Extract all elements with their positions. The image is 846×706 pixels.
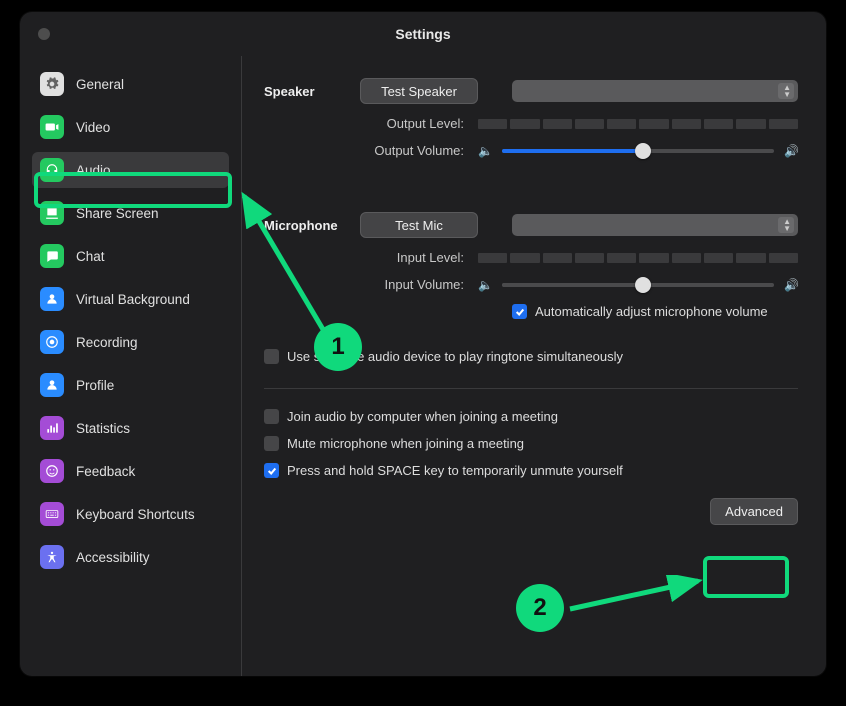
- volume-high-icon: 🔊: [784, 278, 798, 292]
- space-unmute-label: Press and hold SPACE key to temporarily …: [287, 463, 623, 478]
- mute-join-checkbox[interactable]: [264, 436, 279, 451]
- sidebar-item-feedback[interactable]: Feedback: [32, 453, 229, 489]
- settings-window: Settings General Video Audio Share Screen Ch…: [20, 12, 826, 676]
- sidebar-item-label: Statistics: [76, 421, 130, 436]
- auto-adjust-checkbox[interactable]: [512, 304, 527, 319]
- sidebar-item-label: Profile: [76, 378, 114, 393]
- sidebar-item-accessibility[interactable]: Accessibility: [32, 539, 229, 575]
- output-volume-label: Output Volume:: [264, 143, 478, 158]
- face-icon: [40, 459, 64, 483]
- traffic-lights: [38, 28, 50, 40]
- sidebar-item-label: Recording: [76, 335, 138, 350]
- video-icon: [40, 115, 64, 139]
- close-dot[interactable]: [38, 28, 50, 40]
- ringtone-checkbox[interactable]: [264, 349, 279, 364]
- advanced-button[interactable]: Advanced: [710, 498, 798, 525]
- output-volume-row: Output Volume: 🔈 🔊: [264, 143, 798, 158]
- sidebar-item-label: Video: [76, 120, 110, 135]
- auto-adjust-row: Automatically adjust microphone volume: [512, 304, 798, 319]
- input-level-label: Input Level:: [264, 250, 478, 265]
- volume-low-icon: 🔈: [478, 278, 492, 292]
- sidebar-item-label: General: [76, 77, 124, 92]
- mute-join-label: Mute microphone when joining a meeting: [287, 436, 524, 451]
- profile-icon: [40, 373, 64, 397]
- sidebar-item-general[interactable]: General: [32, 66, 229, 102]
- space-unmute-checkbox[interactable]: [264, 463, 279, 478]
- access-icon: [40, 545, 64, 569]
- sidebar-item-keyboard-shortcuts[interactable]: Keyboard Shortcuts: [32, 496, 229, 532]
- window-body: General Video Audio Share Screen Chat Virtual…: [20, 56, 826, 676]
- test-mic-button[interactable]: Test Mic: [360, 212, 478, 238]
- sidebar-item-label: Keyboard Shortcuts: [76, 507, 195, 522]
- space-unmute-row: Press and hold SPACE key to temporarily …: [264, 463, 798, 478]
- output-level-row: Output Level:: [264, 116, 798, 131]
- input-level-row: Input Level:: [264, 250, 798, 265]
- sidebar-item-statistics[interactable]: Statistics: [32, 410, 229, 446]
- output-level-label: Output Level:: [264, 116, 478, 131]
- test-speaker-button[interactable]: Test Speaker: [360, 78, 478, 104]
- volume-low-icon: 🔈: [478, 144, 492, 158]
- join-audio-label: Join audio by computer when joining a me…: [287, 409, 558, 424]
- person-icon: [40, 287, 64, 311]
- auto-adjust-label: Automatically adjust microphone volume: [535, 304, 768, 319]
- window-title: Settings: [20, 26, 826, 42]
- keyboard-icon: [40, 502, 64, 526]
- mic-device-dropdown[interactable]: ▲▼: [512, 214, 798, 236]
- sidebar-item-label: Virtual Background: [76, 292, 190, 307]
- input-volume-row: Input Volume: 🔈 🔊: [264, 277, 798, 292]
- ringtone-label: Use separate audio device to play ringto…: [287, 349, 623, 364]
- speaker-row: Speaker Test Speaker ▲▼: [264, 78, 798, 104]
- sidebar-item-video[interactable]: Video: [32, 109, 229, 145]
- sidebar-item-label: Audio: [76, 163, 111, 178]
- sidebar-item-share-screen[interactable]: Share Screen: [32, 195, 229, 231]
- content-pane: Speaker Test Speaker ▲▼ Output Level: Ou…: [242, 56, 826, 676]
- join-audio-checkbox[interactable]: [264, 409, 279, 424]
- output-level-meter: [478, 119, 798, 129]
- mic-row: Microphone Test Mic ▲▼: [264, 212, 798, 238]
- sidebar-item-label: Chat: [76, 249, 105, 264]
- mic-heading: Microphone: [264, 218, 360, 233]
- record-icon: [40, 330, 64, 354]
- volume-high-icon: 🔊: [784, 144, 798, 158]
- sidebar-item-profile[interactable]: Profile: [32, 367, 229, 403]
- divider: [264, 388, 798, 389]
- sidebar-item-recording[interactable]: Recording: [32, 324, 229, 360]
- gear-icon: [40, 72, 64, 96]
- join-audio-row: Join audio by computer when joining a me…: [264, 409, 798, 424]
- titlebar: Settings: [20, 12, 826, 56]
- output-volume-control: 🔈 🔊: [478, 144, 798, 158]
- speaker-heading: Speaker: [264, 84, 360, 99]
- speaker-device-dropdown[interactable]: ▲▼: [512, 80, 798, 102]
- input-volume-control: 🔈 🔊: [478, 278, 798, 292]
- sidebar: General Video Audio Share Screen Chat Virtual…: [20, 56, 242, 676]
- sidebar-item-audio[interactable]: Audio: [32, 152, 229, 188]
- mute-join-row: Mute microphone when joining a meeting: [264, 436, 798, 451]
- input-volume-slider[interactable]: [502, 283, 774, 287]
- output-volume-slider[interactable]: [502, 149, 774, 153]
- stats-icon: [40, 416, 64, 440]
- headphones-icon: [40, 158, 64, 182]
- sidebar-item-label: Accessibility: [76, 550, 150, 565]
- input-volume-label: Input Volume:: [264, 277, 478, 292]
- sidebar-item-chat[interactable]: Chat: [32, 238, 229, 274]
- chat-icon: [40, 244, 64, 268]
- ringtone-row: Use separate audio device to play ringto…: [264, 349, 798, 364]
- sidebar-item-label: Share Screen: [76, 206, 159, 221]
- sidebar-item-virtual-background[interactable]: Virtual Background: [32, 281, 229, 317]
- share-icon: [40, 201, 64, 225]
- input-level-meter: [478, 253, 798, 263]
- sidebar-item-label: Feedback: [76, 464, 135, 479]
